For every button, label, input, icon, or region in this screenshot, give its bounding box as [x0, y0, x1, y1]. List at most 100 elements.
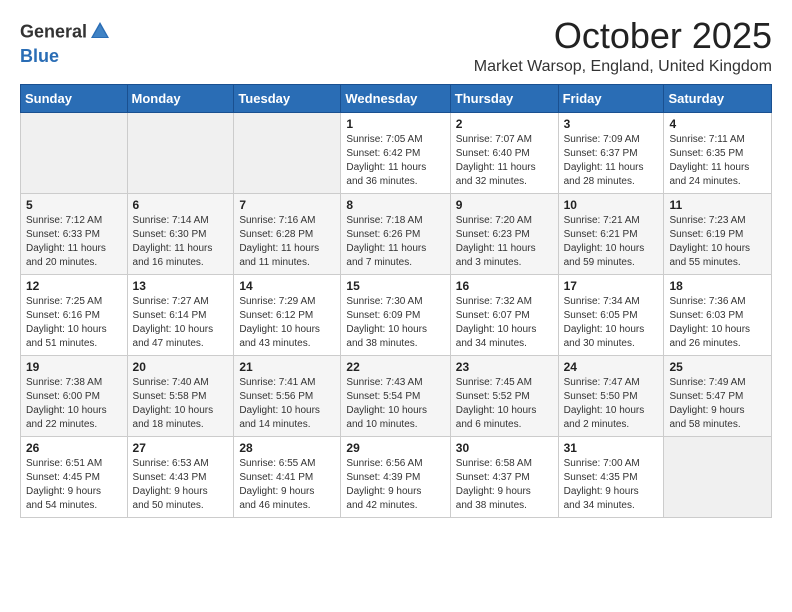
calendar-week-4: 19 Sunrise: 7:38 AM Sunset: 6:00 PM Dayli…: [21, 355, 772, 436]
month-title: October 2025: [474, 16, 772, 56]
day-number: 6: [133, 198, 229, 212]
title-block: October 2025 Market Warsop, England, Uni…: [474, 16, 772, 76]
calendar-cell: 1Sunrise: 7:05 AM Sunset: 6:42 PM Daylig…: [341, 112, 450, 193]
logo-icon-shape: [89, 20, 111, 47]
calendar-cell: [127, 112, 234, 193]
calendar-cell: 14 Sunrise: 7:29 AM Sunset: 6:12 PM Dayli…: [234, 274, 341, 355]
logo-general: General: [20, 20, 111, 47]
day-info: Sunrise: 7:00 AM Sunset: 4:35 PM Dayligh…: [564, 457, 659, 513]
day-info: Sunrise: 6:55 AM Sunset: 4:41 PM Dayligh…: [239, 457, 335, 513]
day-info: Sunrise: 7:18 AM Sunset: 6:26 PM Dayligh…: [346, 214, 444, 270]
calendar-cell: 6 Sunrise: 7:14 AM Sunset: 6:30 PM Daylig…: [127, 193, 234, 274]
day-number: 20: [133, 360, 229, 374]
day-number: 17: [564, 279, 659, 293]
day-number: 9: [456, 198, 553, 212]
day-number: 18: [669, 279, 766, 293]
day-info: Sunrise: 7:36 AM Sunset: 6:03 PM Dayligh…: [669, 295, 766, 351]
calendar-cell: 12Sunrise: 7:25 AM Sunset: 6:16 PM Dayli…: [21, 274, 128, 355]
calendar-cell: 11Sunrise: 7:23 AM Sunset: 6:19 PM Dayli…: [664, 193, 772, 274]
calendar-cell: 16 Sunrise: 7:32 AM Sunset: 6:07 PM Dayli…: [450, 274, 558, 355]
day-number: 7: [239, 198, 335, 212]
header: General Blue October 2025 Market Warsop,…: [20, 16, 772, 76]
calendar-cell: 19 Sunrise: 7:38 AM Sunset: 6:00 PM Dayli…: [21, 355, 128, 436]
calendar-week-1: 1Sunrise: 7:05 AM Sunset: 6:42 PM Daylig…: [21, 112, 772, 193]
calendar-cell: [21, 112, 128, 193]
day-number: 8: [346, 198, 444, 212]
calendar-cell: [664, 436, 772, 517]
day-number: 27: [133, 441, 229, 455]
day-info: Sunrise: 7:14 AM Sunset: 6:30 PM Dayligh…: [133, 214, 229, 270]
calendar-cell: 8 Sunrise: 7:18 AM Sunset: 6:26 PM Daylig…: [341, 193, 450, 274]
day-info: Sunrise: 7:27 AM Sunset: 6:14 PM Dayligh…: [133, 295, 229, 351]
day-number: 5: [26, 198, 122, 212]
day-number: 21: [239, 360, 335, 374]
day-info: Sunrise: 7:38 AM Sunset: 6:00 PM Dayligh…: [26, 376, 122, 432]
day-info: Sunrise: 7:45 AM Sunset: 5:52 PM Dayligh…: [456, 376, 553, 432]
day-number: 26: [26, 441, 122, 455]
day-number: 22: [346, 360, 444, 374]
calendar-cell: 15Sunrise: 7:30 AM Sunset: 6:09 PM Dayli…: [341, 274, 450, 355]
calendar-week-3: 12Sunrise: 7:25 AM Sunset: 6:16 PM Dayli…: [21, 274, 772, 355]
day-info: Sunrise: 7:07 AM Sunset: 6:40 PM Dayligh…: [456, 133, 553, 189]
calendar-cell: 31 Sunrise: 7:00 AM Sunset: 4:35 PM Dayli…: [558, 436, 664, 517]
day-info: Sunrise: 7:30 AM Sunset: 6:09 PM Dayligh…: [346, 295, 444, 351]
day-number: 16: [456, 279, 553, 293]
day-info: Sunrise: 7:16 AM Sunset: 6:28 PM Dayligh…: [239, 214, 335, 270]
calendar-cell: 7 Sunrise: 7:16 AM Sunset: 6:28 PM Daylig…: [234, 193, 341, 274]
day-number: 19: [26, 360, 122, 374]
day-info: Sunrise: 7:12 AM Sunset: 6:33 PM Dayligh…: [26, 214, 122, 270]
day-number: 24: [564, 360, 659, 374]
day-number: 13: [133, 279, 229, 293]
calendar-cell: 2Sunrise: 7:07 AM Sunset: 6:40 PM Daylig…: [450, 112, 558, 193]
day-info: Sunrise: 6:58 AM Sunset: 4:37 PM Dayligh…: [456, 457, 553, 513]
calendar-cell: 24Sunrise: 7:47 AM Sunset: 5:50 PM Dayli…: [558, 355, 664, 436]
day-info: Sunrise: 7:23 AM Sunset: 6:19 PM Dayligh…: [669, 214, 766, 270]
day-info: Sunrise: 6:51 AM Sunset: 4:45 PM Dayligh…: [26, 457, 122, 513]
calendar-cell: [234, 112, 341, 193]
col-sunday: Sunday: [21, 84, 128, 112]
calendar-cell: 27 Sunrise: 6:53 AM Sunset: 4:43 PM Dayli…: [127, 436, 234, 517]
calendar-cell: 20Sunrise: 7:40 AM Sunset: 5:58 PM Dayli…: [127, 355, 234, 436]
day-info: Sunrise: 7:43 AM Sunset: 5:54 PM Dayligh…: [346, 376, 444, 432]
day-number: 23: [456, 360, 553, 374]
header-row: Sunday Monday Tuesday Wednesday Thursday…: [21, 84, 772, 112]
day-info: Sunrise: 7:09 AM Sunset: 6:37 PM Dayligh…: [564, 133, 659, 189]
day-info: Sunrise: 7:49 AM Sunset: 5:47 PM Dayligh…: [669, 376, 766, 432]
col-friday: Friday: [558, 84, 664, 112]
day-info: Sunrise: 7:21 AM Sunset: 6:21 PM Dayligh…: [564, 214, 659, 270]
day-info: Sunrise: 7:11 AM Sunset: 6:35 PM Dayligh…: [669, 133, 766, 189]
day-info: Sunrise: 7:29 AM Sunset: 6:12 PM Dayligh…: [239, 295, 335, 351]
day-number: 28: [239, 441, 335, 455]
col-saturday: Saturday: [664, 84, 772, 112]
calendar-cell: 17 Sunrise: 7:34 AM Sunset: 6:05 PM Dayli…: [558, 274, 664, 355]
logo: General Blue: [20, 20, 111, 67]
day-info: Sunrise: 6:53 AM Sunset: 4:43 PM Dayligh…: [133, 457, 229, 513]
day-number: 31: [564, 441, 659, 455]
col-tuesday: Tuesday: [234, 84, 341, 112]
day-number: 1: [346, 117, 444, 131]
calendar-cell: 23 Sunrise: 7:45 AM Sunset: 5:52 PM Dayli…: [450, 355, 558, 436]
calendar-table: Sunday Monday Tuesday Wednesday Thursday…: [20, 84, 772, 518]
day-number: 29: [346, 441, 444, 455]
calendar-cell: 28 Sunrise: 6:55 AM Sunset: 4:41 PM Dayli…: [234, 436, 341, 517]
logo-text-blue: Blue: [20, 47, 111, 67]
calendar-cell: 29Sunrise: 6:56 AM Sunset: 4:39 PM Dayli…: [341, 436, 450, 517]
calendar-week-5: 26 Sunrise: 6:51 AM Sunset: 4:45 PM Dayli…: [21, 436, 772, 517]
col-thursday: Thursday: [450, 84, 558, 112]
col-monday: Monday: [127, 84, 234, 112]
calendar-cell: 13 Sunrise: 7:27 AM Sunset: 6:14 PM Dayli…: [127, 274, 234, 355]
calendar-cell: 18 Sunrise: 7:36 AM Sunset: 6:03 PM Dayli…: [664, 274, 772, 355]
calendar-cell: 21Sunrise: 7:41 AM Sunset: 5:56 PM Dayli…: [234, 355, 341, 436]
calendar-cell: 9 Sunrise: 7:20 AM Sunset: 6:23 PM Daylig…: [450, 193, 558, 274]
day-info: Sunrise: 7:32 AM Sunset: 6:07 PM Dayligh…: [456, 295, 553, 351]
day-info: Sunrise: 7:20 AM Sunset: 6:23 PM Dayligh…: [456, 214, 553, 270]
calendar-cell: 10Sunrise: 7:21 AM Sunset: 6:21 PM Dayli…: [558, 193, 664, 274]
calendar-cell: 22 Sunrise: 7:43 AM Sunset: 5:54 PM Dayli…: [341, 355, 450, 436]
calendar-cell: 26 Sunrise: 6:51 AM Sunset: 4:45 PM Dayli…: [21, 436, 128, 517]
day-info: Sunrise: 7:34 AM Sunset: 6:05 PM Dayligh…: [564, 295, 659, 351]
day-info: Sunrise: 7:25 AM Sunset: 6:16 PM Dayligh…: [26, 295, 122, 351]
page: General Blue October 2025 Market Warsop,…: [0, 0, 792, 534]
day-number: 14: [239, 279, 335, 293]
calendar-cell: 5 Sunrise: 7:12 AM Sunset: 6:33 PM Daylig…: [21, 193, 128, 274]
calendar-cell: 25Sunrise: 7:49 AM Sunset: 5:47 PM Dayli…: [664, 355, 772, 436]
